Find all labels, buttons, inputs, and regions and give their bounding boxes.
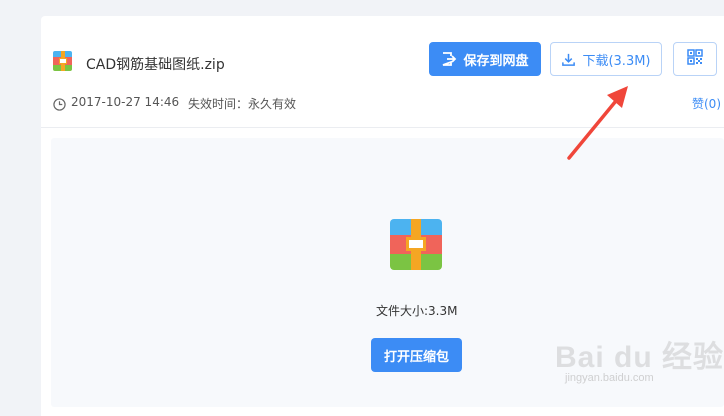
file-size-label: 文件大小:3.3M	[376, 304, 458, 318]
download-button[interactable]: 下载(3.3M)	[550, 42, 662, 76]
baidu-jingyan-watermark: Bai du 经验 jingyan.baidu.com	[555, 332, 723, 392]
like-button[interactable]: 赞(0)	[692, 95, 721, 112]
watermark-url: jingyan.baidu.com	[565, 372, 654, 384]
save-icon	[441, 51, 457, 67]
expiry-label: 失效时间：	[188, 97, 249, 111]
save-button-label: 保存到网盘	[463, 53, 529, 69]
open-archive-button[interactable]: 打开压缩包	[371, 338, 462, 372]
zip-file-icon	[53, 51, 72, 71]
zip-archive-icon	[390, 219, 442, 270]
watermark-logo: Bai du 经验	[555, 341, 724, 374]
qr-code-button[interactable]	[673, 42, 717, 76]
upload-date: 2017-10-27 14:46	[71, 95, 180, 109]
expiry-value: 永久有效	[248, 97, 297, 111]
save-to-cloud-button[interactable]: 保存到网盘	[429, 42, 541, 76]
clock-icon	[53, 96, 66, 115]
annotation-arrow	[567, 86, 628, 160]
download-button-label: 下载(3.3M)	[582, 53, 651, 69]
file-name: CAD钢筋基础图纸.zip	[86, 57, 225, 73]
download-icon	[561, 52, 576, 67]
qr-code-icon	[687, 49, 703, 69]
